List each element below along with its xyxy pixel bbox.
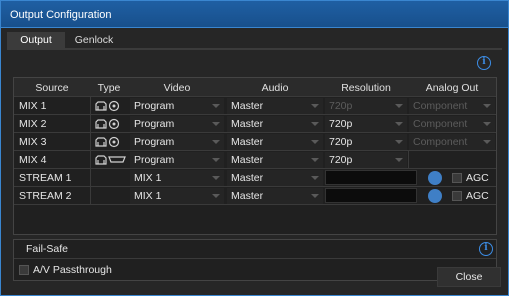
monitor-icon <box>95 136 120 148</box>
analog-out-dropdown[interactable]: Component <box>409 134 495 150</box>
audio-level-slider[interactable] <box>325 170 417 185</box>
table-row: MIX 2 Program Master 720p Component <box>14 115 496 133</box>
output-configuration-dialog: Output Genlock i Source Type Video Audio… <box>0 28 509 296</box>
resolution-dropdown[interactable]: 720p <box>325 98 407 114</box>
row-source: STREAM 1 <box>19 172 72 184</box>
audio-dropdown[interactable]: Master <box>227 98 323 114</box>
chevron-down-icon <box>483 104 491 108</box>
chevron-down-icon <box>311 104 319 108</box>
resolution-dropdown[interactable]: 720p <box>325 134 407 150</box>
analog-out-empty <box>408 151 496 169</box>
info-icon[interactable]: i <box>477 56 491 70</box>
chevron-down-icon <box>311 158 319 162</box>
video-dropdown[interactable]: Program <box>130 98 224 114</box>
video-dropdown[interactable]: MIX 1 <box>130 188 224 204</box>
header-type: Type <box>97 82 121 94</box>
audio-dropdown[interactable]: Master <box>227 170 323 186</box>
info-icon[interactable]: i <box>479 242 493 256</box>
audio-level-slider[interactable] <box>325 188 417 203</box>
audio-level-knob[interactable] <box>428 171 442 185</box>
audio-level-knob[interactable] <box>428 189 442 203</box>
header-audio: Audio <box>261 82 289 94</box>
monitor-icon <box>95 118 120 130</box>
window-title: Output Configuration <box>10 9 112 21</box>
video-dropdown[interactable]: MIX 1 <box>130 170 224 186</box>
tab-underline <box>7 48 502 50</box>
table-row: STREAM 1 MIX 1 Master AGC <box>14 169 496 187</box>
row-source: MIX 3 <box>19 136 47 148</box>
monitor-icon <box>95 155 126 165</box>
av-passthrough-label: A/V Passthrough <box>33 264 112 276</box>
chevron-down-icon <box>311 140 319 144</box>
type-cell <box>90 187 128 205</box>
chevron-down-icon <box>311 194 319 198</box>
chevron-down-icon <box>395 122 403 126</box>
header-video: Video <box>163 82 191 94</box>
monitor-icon <box>95 100 120 112</box>
row-source: MIX 2 <box>19 118 47 130</box>
failsafe-panel: Fail-Safe i A/V Passthrough <box>13 239 497 281</box>
header-analog-out: Analog Out <box>425 82 479 94</box>
divider <box>14 258 496 259</box>
resolution-dropdown[interactable]: 720p <box>325 152 407 168</box>
header-source: Source <box>35 82 69 94</box>
chevron-down-icon <box>483 140 491 144</box>
type-cell <box>90 133 128 151</box>
table-header: Source Type Video Audio Resolution Analo… <box>14 78 496 97</box>
close-button[interactable]: Close <box>437 267 501 287</box>
failsafe-title: Fail-Safe <box>26 243 69 255</box>
title-bar: Output Configuration <box>0 0 509 28</box>
agc-label: AGC <box>466 190 489 202</box>
agc-label: AGC <box>466 172 489 184</box>
row-source: MIX 4 <box>19 154 47 166</box>
header-resolution: Resolution <box>341 82 391 94</box>
table-row: MIX 3 Program Master 720p Component <box>14 133 496 151</box>
row-source: MIX 1 <box>19 100 47 112</box>
hdmi-icon <box>108 156 126 163</box>
chevron-down-icon <box>395 140 403 144</box>
chevron-down-icon <box>395 158 403 162</box>
analog-out-dropdown[interactable]: Component <box>409 116 495 132</box>
resolution-dropdown[interactable]: 720p <box>325 116 407 132</box>
type-cell <box>90 115 128 133</box>
chevron-down-icon <box>212 122 220 126</box>
audio-dropdown[interactable]: Master <box>227 188 323 204</box>
row-source: STREAM 2 <box>19 190 72 202</box>
chevron-down-icon <box>212 158 220 162</box>
audio-dropdown[interactable]: Master <box>227 152 323 168</box>
av-passthrough-checkbox[interactable] <box>19 265 29 275</box>
chevron-down-icon <box>212 194 220 198</box>
audio-dropdown[interactable]: Master <box>227 116 323 132</box>
chevron-down-icon <box>311 122 319 126</box>
table-row: MIX 4 Program Master 720p <box>14 151 496 169</box>
tab-genlock[interactable]: Genlock <box>65 32 123 48</box>
video-dropdown[interactable]: Program <box>130 116 224 132</box>
chevron-down-icon <box>483 122 491 126</box>
video-dropdown[interactable]: Program <box>130 152 224 168</box>
chevron-down-icon <box>212 140 220 144</box>
agc-checkbox[interactable] <box>452 173 462 183</box>
chevron-down-icon <box>212 104 220 108</box>
tab-output[interactable]: Output <box>7 32 65 48</box>
type-cell <box>90 151 128 169</box>
table-row: MIX 1 Program Master 720p Component <box>14 97 496 115</box>
type-cell <box>90 97 128 115</box>
table-row: STREAM 2 MIX 1 Master AGC <box>14 187 496 205</box>
type-cell <box>90 169 128 187</box>
output-table: Source Type Video Audio Resolution Analo… <box>13 77 497 235</box>
audio-dropdown[interactable]: Master <box>227 134 323 150</box>
chevron-down-icon <box>212 176 220 180</box>
chevron-down-icon <box>311 176 319 180</box>
chevron-down-icon <box>395 104 403 108</box>
analog-out-dropdown[interactable]: Component <box>409 98 495 114</box>
video-dropdown[interactable]: Program <box>130 134 224 150</box>
agc-checkbox[interactable] <box>452 191 462 201</box>
